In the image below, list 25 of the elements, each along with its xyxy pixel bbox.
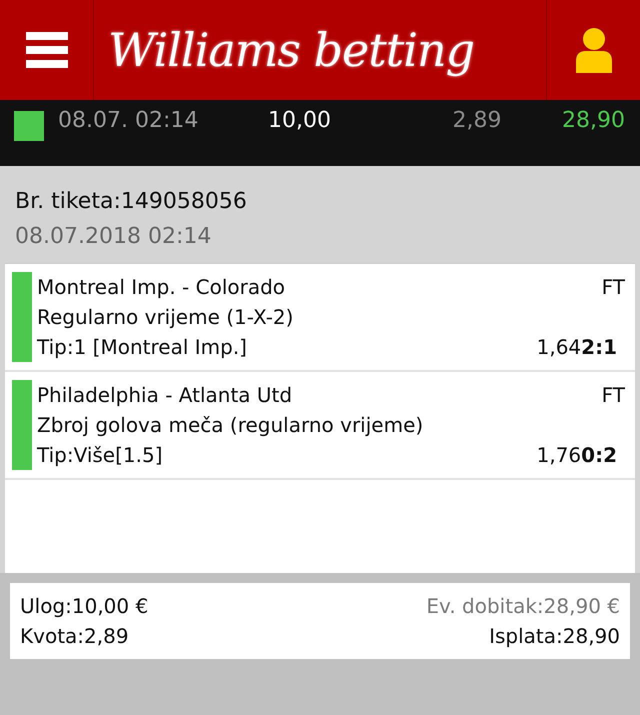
logo: Williams betting [108,23,474,77]
stake-amount: 10,00 [268,108,332,133]
total-odds: 2,89 [452,108,502,133]
odds-total: Kvota:2,89 [20,622,129,650]
match-name: Montreal Imp. - Colorado [37,274,286,301]
match-name: Philadelphia - Atlanta Utd [37,382,292,409]
ticket-date: 08.07.2018 02:14 [15,224,212,249]
bet-odds: 1,76 [536,442,582,467]
stake-total: Ulog:10,00 € [20,592,148,620]
match-score: 2:1 [581,334,617,359]
bet-odds: 1,64 [536,334,582,359]
payout-amount: 28,90 [561,108,626,133]
menu-icon [26,32,68,68]
match-status: FT [602,382,625,409]
potential-win: Ev. dobitak:28,90 € [426,592,620,620]
market-name: Zbroj golova meča (regularno vrijeme) [37,412,424,439]
user-icon [574,27,614,73]
payout-total: Isplata:28,90 [489,622,620,650]
match-score: 0:2 [581,442,617,467]
match-status: FT [602,274,625,301]
market-name: Regularno vrijeme (1-X-2) [37,304,294,331]
ticket-number: Br. tiketa:149058056 [15,188,248,216]
ticket-date: 08.07. 02:14 [58,108,200,133]
bet-tip: Tip:1 [Montreal Imp.] [37,334,247,361]
bet-tip: Tip:Više[1.5] [37,442,163,469]
